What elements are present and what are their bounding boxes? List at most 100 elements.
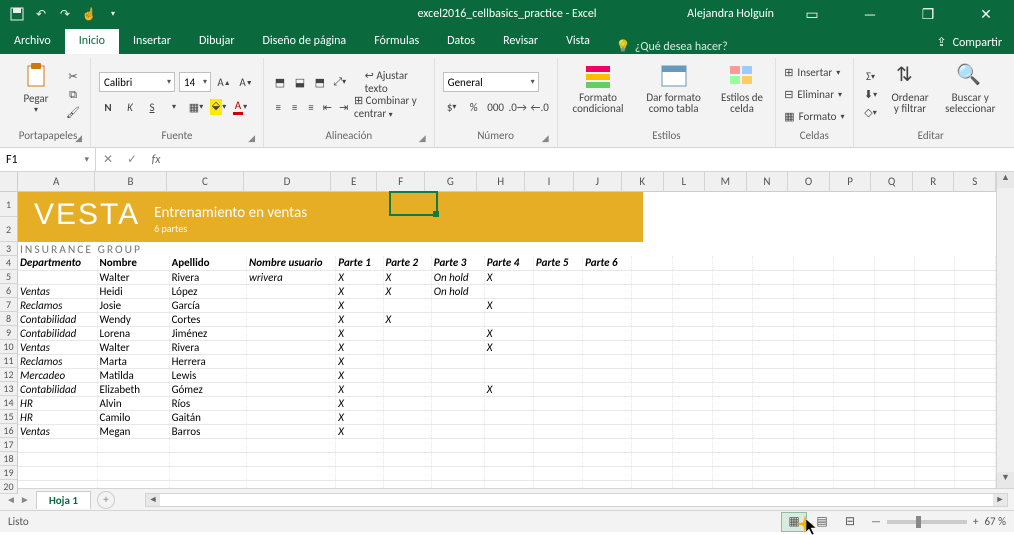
cell[interactable] [169,452,246,466]
cell[interactable]: X [336,270,383,284]
zoom-value[interactable]: 67 % [984,515,1006,528]
cell[interactable]: Parte 5 [533,256,582,270]
cell[interactable] [915,438,955,452]
cell[interactable]: X [336,396,383,410]
conditional-format-button[interactable]: Formato condicional [566,60,631,129]
cell[interactable] [955,452,996,466]
zoom-out-button[interactable]: — [871,515,881,528]
cell[interactable] [533,480,582,488]
cell[interactable] [484,368,533,382]
fill-color-icon[interactable]: ⬙▾ [209,98,227,116]
align-left-icon[interactable]: ≡ [272,98,284,116]
cell[interactable] [484,452,533,466]
cell[interactable]: Rivera [169,340,246,354]
cell[interactable]: Camilo [97,410,169,424]
cell[interactable]: X [336,354,383,368]
cell[interactable] [915,480,955,488]
cell[interactable] [713,424,753,438]
font-color-icon[interactable]: A▾ [231,98,249,116]
clipboard-dialog-icon[interactable]: ◢ [75,132,82,146]
cell[interactable] [533,452,582,466]
cell[interactable] [336,438,383,452]
cell[interactable] [672,410,712,424]
cell[interactable] [713,410,753,424]
cell[interactable] [632,326,672,340]
cell[interactable] [713,382,753,396]
cell[interactable] [834,284,874,298]
cell[interactable] [18,270,97,284]
cell[interactable] [632,368,672,382]
cell[interactable]: Parte 4 [484,256,533,270]
font-dialog-icon[interactable]: ◢ [248,132,255,146]
cell[interactable] [753,438,793,452]
merge-center-button[interactable]: ⊞ Combinar y centrar ▾ [354,94,426,120]
cell[interactable] [874,438,914,452]
format-cells-button[interactable]: ▦ Formato ▾ [784,106,844,128]
row-header[interactable]: 14 [0,396,18,410]
cell[interactable]: Reclamos [18,354,97,368]
restore-icon[interactable]: ❐ [908,6,948,23]
cell[interactable]: X [484,298,533,312]
cell[interactable]: X [336,340,383,354]
cell[interactable] [955,480,996,488]
increase-font-icon[interactable]: A▲ [215,73,233,91]
user-name[interactable]: Alejandra Holguín [687,7,774,21]
row-header[interactable]: 2 [0,217,18,242]
add-sheet-button[interactable]: + [97,491,115,509]
cell[interactable] [793,270,833,284]
cell[interactable] [834,466,874,480]
cell[interactable] [753,396,793,410]
cell[interactable]: X [336,410,383,424]
cell[interactable] [97,480,169,488]
tab-dibujar[interactable]: Dibujar [185,29,249,54]
orientation-icon[interactable]: ⤢▾ [332,73,348,91]
cell[interactable] [834,326,874,340]
scroll-down-icon[interactable]: ▼ [997,472,1014,488]
tab-revisar[interactable]: Revisar [489,29,552,54]
tab-archivo[interactable]: Archivo [0,29,65,54]
sort-filter-button[interactable]: ⇅Ordenar y filtrar [886,60,935,129]
cell[interactable] [834,270,874,284]
cell[interactable]: Heidi [97,284,169,298]
cell[interactable] [955,410,996,424]
tab-diseno[interactable]: Diseño de página [249,29,361,54]
cell[interactable] [915,312,955,326]
cell[interactable]: X [336,298,383,312]
wrap-text-button[interactable]: ↩ Ajustar texto [365,69,426,95]
cell[interactable] [915,396,955,410]
cell[interactable]: Walter [97,270,169,284]
cell[interactable] [834,382,874,396]
row-header[interactable]: 5 [0,270,18,284]
cell[interactable] [753,452,793,466]
cell[interactable] [753,382,793,396]
decrease-indent-icon[interactable]: ⇤ [321,98,333,116]
cell[interactable] [713,396,753,410]
cell[interactable] [915,298,955,312]
cell[interactable] [583,298,632,312]
cell[interactable] [18,480,97,488]
cell[interactable] [874,270,914,284]
cell[interactable]: X [336,326,383,340]
cell[interactable] [431,452,484,466]
cell[interactable] [632,480,672,488]
cell[interactable]: HR [18,410,97,424]
cell[interactable] [583,410,632,424]
cell[interactable]: Marta [97,354,169,368]
cell[interactable] [336,466,383,480]
cell[interactable] [383,438,431,452]
align-bottom-icon[interactable]: ⬒ [312,73,328,91]
cell[interactable] [533,340,582,354]
align-center-icon[interactable]: ≡ [288,98,300,116]
cell[interactable] [632,396,672,410]
cell[interactable]: HR [18,396,97,410]
row-header[interactable]: 3 [0,242,18,256]
cell[interactable] [533,284,582,298]
horizontal-scrollbar[interactable]: ◄ ► [145,493,1008,507]
cell[interactable] [834,354,874,368]
cell[interactable] [247,298,336,312]
cell[interactable]: X [484,340,533,354]
cell[interactable]: X [383,270,431,284]
cell[interactable] [533,354,582,368]
cell[interactable] [793,424,833,438]
cell[interactable] [955,270,996,284]
